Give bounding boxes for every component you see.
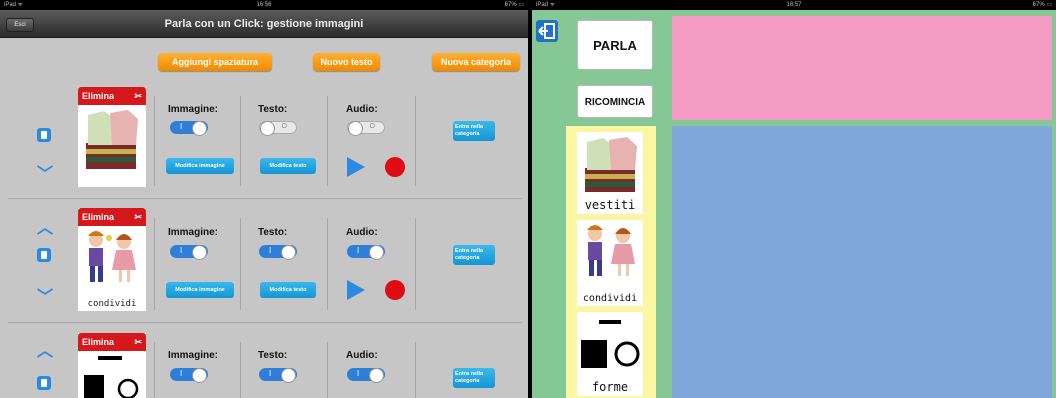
scissors-icon: ✂ xyxy=(134,212,142,222)
category-tile[interactable]: condividi xyxy=(577,220,643,306)
divider xyxy=(415,342,416,398)
tile-caption: forme xyxy=(591,380,629,394)
drag-handle-icon[interactable] xyxy=(37,128,51,142)
divider xyxy=(415,96,416,186)
audio-toggle[interactable] xyxy=(347,368,385,383)
sentence-area xyxy=(672,16,1052,120)
move-down-icon[interactable]: ﹀ xyxy=(37,283,53,307)
status-bar: iPad ᯤ 16:57 67% ▭ xyxy=(532,0,1056,10)
clothes-picture xyxy=(585,137,637,192)
exit-button[interactable] xyxy=(536,20,558,42)
page-title: Parla con un Click: gestione immagini xyxy=(164,18,364,30)
enter-category-button[interactable]: Entra nella categoria xyxy=(453,368,495,388)
delete-button[interactable]: Elimina ✂ xyxy=(78,208,146,226)
tile-caption: condividi xyxy=(582,293,638,304)
battery-label: 67% ▭ xyxy=(504,2,524,8)
move-up-icon[interactable]: ︿ xyxy=(37,214,53,238)
image-toggle[interactable] xyxy=(170,368,208,383)
text-label: Testo: xyxy=(258,104,288,115)
edit-text-button[interactable]: Modifica testo xyxy=(260,158,316,174)
clothes-picture xyxy=(78,105,146,187)
speak-button[interactable]: PARLA xyxy=(577,20,653,70)
restart-button[interactable]: RICOMINCIA xyxy=(577,85,653,118)
divider xyxy=(327,96,328,186)
image-label: Immagine: xyxy=(168,227,219,238)
enter-category-button[interactable]: Entra nella categoria xyxy=(453,245,495,265)
text-toggle[interactable] xyxy=(259,121,297,136)
divider xyxy=(415,218,416,310)
shapes-picture xyxy=(84,356,139,398)
category-tile[interactable]: forme xyxy=(577,312,643,396)
divider xyxy=(154,96,155,186)
children-sharing-picture xyxy=(587,225,635,276)
divider xyxy=(240,218,241,310)
battery-label: 67% ▭ xyxy=(1032,2,1052,8)
divider xyxy=(240,342,241,398)
clock: 16:57 xyxy=(786,2,802,8)
speak-screen: iPad ᯤ 16:57 67% ▭ PARLA RICOMINCIA vest… xyxy=(532,0,1056,398)
row-separator xyxy=(8,322,522,323)
divider xyxy=(327,342,328,398)
image-label: Immagine: xyxy=(168,104,219,115)
delete-label: Elimina xyxy=(82,337,115,347)
audio-label: Audio: xyxy=(346,350,378,361)
text-toggle[interactable] xyxy=(259,368,297,383)
exit-icon xyxy=(538,23,555,39)
enter-category-button[interactable]: Entra nella categoria xyxy=(453,121,495,141)
divider xyxy=(327,218,328,310)
image-label: Immagine: xyxy=(168,350,219,361)
new-text-button[interactable]: Nuovo testo xyxy=(313,53,380,71)
audio-label: Audio: xyxy=(346,104,378,115)
new-category-button[interactable]: Nuova categoria xyxy=(432,53,520,71)
text-label: Testo: xyxy=(258,227,288,238)
scissors-icon: ✂ xyxy=(134,91,142,101)
image-toggle[interactable] xyxy=(170,121,208,136)
category-tile[interactable]: vestiti xyxy=(577,132,643,214)
move-up-icon[interactable]: ︿ xyxy=(37,337,53,361)
text-toggle[interactable] xyxy=(259,245,297,260)
shapes-picture xyxy=(581,320,640,368)
tile-caption: vestiti xyxy=(584,198,636,212)
move-down-icon[interactable]: ﹀ xyxy=(37,160,53,184)
status-bar: iPad ᯤ 16:56 67% ▭ xyxy=(0,0,528,10)
edit-image-button[interactable]: Modifica immagine xyxy=(166,282,234,298)
edit-image-button[interactable]: Modifica immagine xyxy=(166,158,234,174)
image-toggle[interactable] xyxy=(170,245,208,260)
divider xyxy=(154,342,155,398)
pictogram-area xyxy=(672,126,1052,398)
record-icon[interactable] xyxy=(385,280,405,300)
children-sharing-picture xyxy=(88,231,136,282)
play-icon[interactable] xyxy=(347,157,365,177)
delete-button[interactable]: Elimina ✂ xyxy=(78,87,146,105)
divider xyxy=(154,218,155,310)
edit-text-button[interactable]: Modifica testo xyxy=(260,282,316,298)
add-spacing-button[interactable]: Aggiungi spaziatura xyxy=(158,53,272,71)
row-separator xyxy=(8,198,522,199)
text-label: Testo: xyxy=(258,350,288,361)
divider xyxy=(240,96,241,186)
clock: 16:56 xyxy=(256,2,272,8)
drag-handle-icon[interactable] xyxy=(37,248,51,262)
audio-label: Audio: xyxy=(346,227,378,238)
delete-button[interactable]: Elimina ✂ xyxy=(78,333,146,351)
audio-toggle[interactable] xyxy=(347,121,385,136)
manage-images-screen: iPad ᯤ 16:56 67% ▭ Esci Parla con un Cli… xyxy=(0,0,528,398)
navigation-bar: Esci Parla con un Click: gestione immagi… xyxy=(0,10,528,38)
delete-label: Elimina xyxy=(82,212,115,222)
audio-toggle[interactable] xyxy=(347,245,385,260)
record-icon[interactable] xyxy=(385,157,405,177)
delete-label: Elimina xyxy=(82,91,115,101)
play-icon[interactable] xyxy=(347,280,365,300)
card-caption: condividi xyxy=(87,299,137,309)
drag-handle-icon[interactable] xyxy=(37,376,51,390)
scissors-icon: ✂ xyxy=(134,337,142,347)
